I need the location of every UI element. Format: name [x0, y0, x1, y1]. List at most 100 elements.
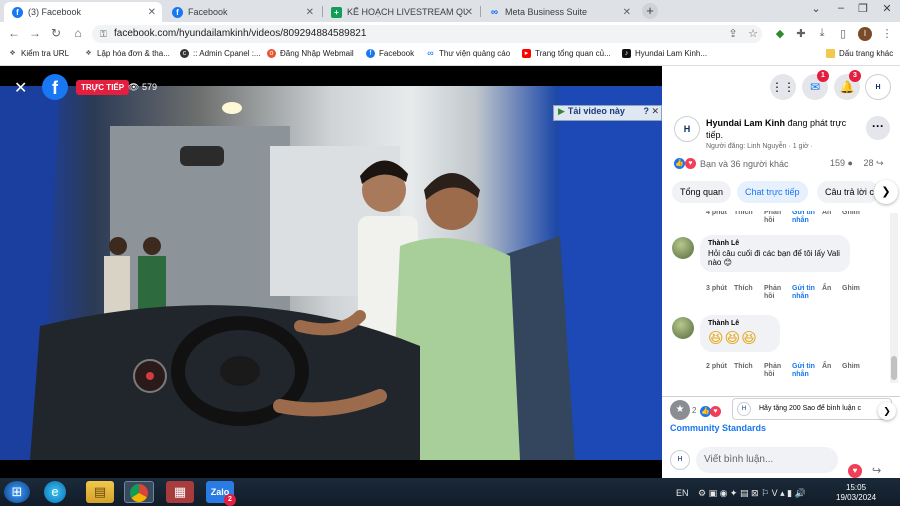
send-message-link[interactable]: Gửi tin nhắn	[792, 363, 822, 379]
share-icon[interactable]: ↪	[872, 464, 881, 477]
tab-facebook-notifications[interactable]: f (3) Facebook ✕	[4, 2, 162, 22]
language-indicator[interactable]: EN	[676, 488, 689, 498]
webmail-icon: o	[267, 49, 276, 58]
comment-count[interactable]: 159	[830, 158, 845, 168]
comment-time: 4 phút	[706, 211, 727, 216]
tab-overview[interactable]: Tổng quan	[672, 181, 732, 203]
bookmark-item[interactable]: ♪ Hyundai Lam Kinh...	[622, 49, 707, 58]
bookmark-star-icon[interactable]: ☆	[746, 27, 760, 40]
other-bookmarks[interactable]: Dấu trang khác	[826, 49, 893, 58]
close-icon[interactable]: ✕	[148, 7, 156, 18]
page-name[interactable]: Hyundai Lam Kinh	[706, 118, 785, 128]
heart-reaction-icon[interactable]: ♥	[848, 464, 862, 478]
comment-actions: 2 phút Thích Phản hồi Gửi tin nhắn Ẩn Gh…	[706, 363, 860, 379]
stars-prompt[interactable]: H Hãy tặng 200 Sao để bình luận c	[732, 398, 892, 420]
reply-link[interactable]: Phản hồi	[764, 363, 792, 379]
comment-bubble: Thành Lê Hỏi câu cuối đi các bạn để tôi …	[700, 235, 850, 272]
minimize-icon[interactable]: –	[830, 2, 852, 14]
close-icon[interactable]: ✕	[651, 106, 659, 117]
start-button[interactable]: ⊞	[4, 481, 30, 503]
bookmark-item[interactable]: o Đăng Nhập Webmail	[267, 49, 354, 58]
send-message-link[interactable]: Gửi tin nhắn	[792, 285, 822, 301]
like-link[interactable]: Thích	[734, 285, 764, 301]
site-info-icon[interactable]: ⚿	[100, 25, 107, 43]
close-window-icon[interactable]: ✕	[876, 2, 898, 15]
tab-meta-business-suite[interactable]: ∞ Meta Business Suite ✕	[481, 2, 637, 22]
reload-icon[interactable]: ↻	[48, 26, 64, 40]
home-icon[interactable]: ⌂	[70, 26, 86, 40]
like-link[interactable]: Thích	[734, 211, 764, 225]
more-options-button[interactable]: ···	[866, 116, 890, 140]
pin-link[interactable]: Ghim	[842, 285, 860, 301]
menu-icon[interactable]: ⋮	[880, 27, 894, 40]
tab-facebook[interactable]: f Facebook ✕	[164, 2, 320, 22]
extension-icon[interactable]: ◆	[773, 27, 787, 40]
bookmark-item[interactable]: ∞ Thư viện quảng cáo	[426, 49, 510, 59]
restore-icon[interactable]: ❐	[852, 2, 874, 15]
tab-livestream-plan[interactable]: + KẾ HOẠCH LIVESTREAM QUÝ I & ✕	[323, 2, 479, 22]
help-icon[interactable]: ?	[644, 106, 650, 116]
bookmark-item[interactable]: ▸ Trang tổng quan củ...	[522, 49, 611, 58]
commenter-avatar[interactable]	[672, 317, 694, 339]
bookmark-item[interactable]: f Facebook	[366, 49, 414, 58]
comment-input[interactable]: Viết bình luận...	[696, 447, 838, 473]
download-icon[interactable]: ⤓	[815, 27, 829, 40]
hide-link[interactable]: Ẩn	[822, 363, 842, 379]
chrome-icon[interactable]	[124, 481, 154, 503]
chevron-right-icon[interactable]: ❯	[874, 180, 898, 204]
reply-link[interactable]: Phản hồi	[764, 211, 792, 225]
bookmark-label: Trang tổng quan củ...	[535, 49, 611, 58]
forward-icon[interactable]: →	[27, 26, 43, 40]
edge-icon[interactable]: e	[44, 481, 66, 503]
new-tab-button[interactable]: +	[642, 3, 658, 19]
like-reaction-icon: 👍	[674, 158, 685, 169]
facebook-logo-icon[interactable]: f	[42, 74, 68, 100]
install-icon[interactable]: ⇪	[726, 27, 740, 40]
share-count[interactable]: 28	[864, 158, 874, 168]
download-video-bar[interactable]: ▶ Tải video này ? ✕	[553, 105, 662, 121]
extensions-puzzle-icon[interactable]: ✚	[794, 27, 808, 40]
chevron-right-icon[interactable]: ❯	[878, 402, 896, 420]
page-avatar[interactable]: H	[674, 116, 700, 142]
hide-link[interactable]: Ẩn	[822, 285, 842, 301]
scrollbar-thumb[interactable]	[891, 356, 897, 380]
tray-icons[interactable]: ⚙ ▣ ◉ ✦ ▤ ⊠ ⚐ V ▴ ▮ 🔊	[698, 488, 806, 499]
hide-link[interactable]: Ẩn	[822, 211, 842, 225]
file-explorer-icon[interactable]: ▤	[86, 481, 114, 503]
close-video-icon[interactable]: ✕	[14, 78, 27, 98]
cpanel-icon: c	[180, 49, 189, 58]
reaction-summary[interactable]: 👍 ♥ Bạn và 36 người khác	[674, 158, 788, 169]
video-frame	[0, 86, 662, 460]
send-message-link[interactable]: Gửi tin nhắn	[792, 211, 822, 225]
video-player[interactable]: ✕ f TRỰC TIẾP 👁 579	[0, 66, 662, 478]
pin-link[interactable]: Ghim	[842, 211, 860, 225]
like-link[interactable]: Thích	[734, 363, 764, 379]
close-icon[interactable]: ✕	[623, 7, 631, 18]
close-icon[interactable]: ✕	[465, 7, 473, 18]
tab-live-chat[interactable]: Chat trực tiếp	[737, 181, 808, 203]
notification-badge: 3	[849, 70, 861, 82]
reply-link[interactable]: Phản hồi	[764, 285, 792, 301]
address-bar[interactable]: ⚿ facebook.com/hyundailamkinh/videos/809…	[92, 25, 762, 43]
bookmark-item[interactable]: ❖ Kiểm tra URL	[8, 49, 69, 58]
comment-author[interactable]: Thành Lê	[708, 240, 842, 247]
tab-answers[interactable]: Câu trả lời c	[817, 181, 879, 203]
app-window-icon[interactable]: ▦	[166, 481, 194, 503]
menu-grid-icon[interactable]: ⋮⋮	[770, 74, 796, 100]
commenter-self-avatar[interactable]: H	[670, 450, 690, 470]
viewer-avatar[interactable]: ★	[670, 400, 690, 420]
side-panel-icon[interactable]: ▯	[836, 27, 850, 40]
profile-avatar[interactable]: I	[858, 27, 872, 41]
commenter-avatar[interactable]	[672, 237, 694, 259]
browser-toolbar: ← → ↻ ⌂ ⚿ facebook.com/hyundailamkinh/vi…	[0, 22, 900, 46]
clock[interactable]: 15:05 19/03/2024	[836, 483, 876, 503]
account-avatar[interactable]: H	[865, 74, 891, 100]
tab-search-icon[interactable]: ⌄	[805, 2, 827, 15]
comment-author[interactable]: Thành Lê	[708, 320, 772, 327]
community-standards-link[interactable]: Community Standards	[670, 423, 766, 433]
back-icon[interactable]: ←	[6, 26, 22, 40]
bookmark-item[interactable]: c :: Admin Cpanel :...	[180, 49, 261, 58]
close-icon[interactable]: ✕	[306, 7, 314, 18]
bookmark-item[interactable]: ❖ Lập hóa đơn & tha...	[84, 49, 170, 58]
pin-link[interactable]: Ghim	[842, 363, 860, 379]
